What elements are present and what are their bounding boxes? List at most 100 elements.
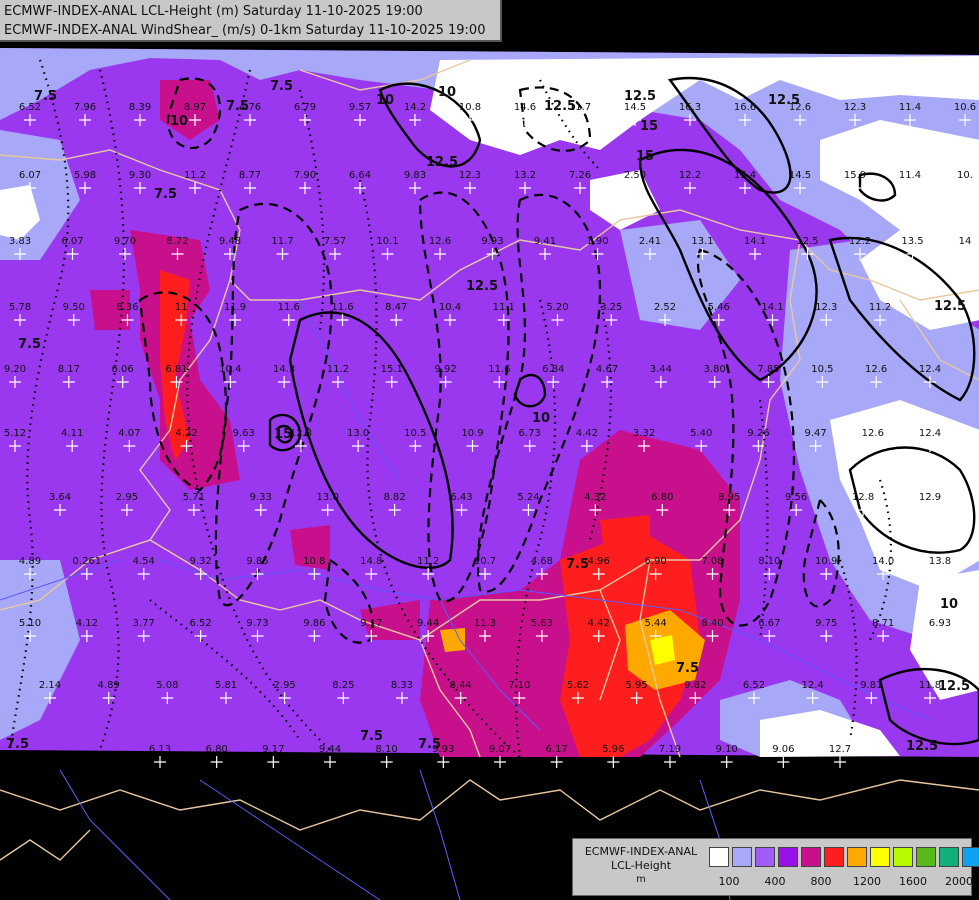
station-value: 9.41	[534, 236, 556, 247]
contour-label: 7.5	[18, 337, 41, 352]
station-value: 9.10	[716, 744, 738, 755]
station-value: 15.1	[381, 364, 403, 375]
station-value: 6.73	[519, 428, 541, 439]
station-value: 9.73	[246, 618, 268, 629]
legend-swatch	[824, 847, 844, 867]
station-value: 10.7	[474, 556, 496, 567]
contour-label: 12.5	[466, 279, 498, 294]
station-value: 9.56	[785, 492, 807, 503]
station-value: 6.64	[349, 170, 371, 181]
station-value: 6.84	[542, 364, 564, 375]
station-value: 14.5	[789, 170, 811, 181]
station-value: 9.85	[246, 556, 268, 567]
station-value: 6.80	[206, 744, 228, 755]
station-value: 12.3	[459, 170, 481, 181]
station-value: 12.6	[865, 364, 887, 375]
station-value: 12.4	[919, 364, 941, 375]
legend-swatches	[709, 847, 979, 867]
station-value: 6.17	[546, 744, 568, 755]
station-value: 4.12	[76, 618, 98, 629]
station-value: 13.1	[691, 236, 713, 247]
legend-tick: 2000	[945, 875, 973, 888]
station-value: 7.26	[569, 170, 591, 181]
station-value: 8.10	[758, 556, 780, 567]
station-value: 4.54	[133, 556, 155, 567]
station-value: 0.261	[73, 556, 102, 567]
title-line-2: ECMWF-INDEX-ANAL WindShear_ (m/s) 0-1km …	[4, 23, 486, 38]
station-value: 7.19	[659, 744, 681, 755]
legend-swatch	[755, 847, 775, 867]
legend-swatch	[732, 847, 752, 867]
station-value: 9.06	[772, 744, 794, 755]
station-value: 6.06	[112, 364, 134, 375]
legend-swatch	[870, 847, 890, 867]
station-value: 9.70	[114, 236, 136, 247]
station-value: 6.52	[743, 680, 765, 691]
station-value: 6.13	[149, 744, 171, 755]
station-value: 11.8	[919, 680, 941, 691]
station-value: 6.80	[651, 492, 673, 503]
contour-label: 15	[636, 149, 654, 164]
station-value: 9.32	[189, 556, 211, 567]
station-value: 8.82	[383, 492, 405, 503]
station-value: 14.2	[404, 102, 426, 113]
station-value: 11.2	[417, 556, 439, 567]
station-value: 15.9	[844, 170, 866, 181]
station-value: 11.6	[278, 302, 300, 313]
station-value: 14.3	[273, 364, 295, 375]
station-value: 12.2	[679, 170, 701, 181]
station-value: 6.43	[450, 492, 472, 503]
station-value: 10.8	[459, 102, 481, 113]
station-value: 5.20	[546, 302, 568, 313]
legend-ticks: 100 400 800 1200 1600 2000	[709, 875, 974, 889]
station-value: 16.6	[734, 102, 756, 113]
station-value: 4.68	[531, 556, 553, 567]
station-value: 9.93	[481, 236, 503, 247]
station-value: 3.32	[633, 428, 655, 439]
station-value: 5.63	[531, 618, 553, 629]
station-value: 8.39	[129, 102, 151, 113]
station-value: 12.5	[796, 236, 818, 247]
station-value: 14.0	[872, 556, 894, 567]
station-value: 5.46	[708, 302, 730, 313]
station-value: 9.83	[404, 170, 426, 181]
station-value: 9.17	[360, 618, 382, 629]
station-value: 4.96	[588, 556, 610, 567]
station-value: 12.4	[919, 428, 941, 439]
station-value: 6.67	[758, 618, 780, 629]
station-value: 9.44	[417, 618, 439, 629]
station-value: 4.07	[118, 428, 140, 439]
legend-unit: m	[636, 874, 646, 885]
station-value: 2.52	[654, 302, 676, 313]
station-value: 8.33	[391, 680, 413, 691]
station-value: 8.95	[718, 492, 740, 503]
station-value: 8.44	[450, 680, 472, 691]
station-value: 11.7	[271, 236, 293, 247]
station-value: 14.6	[514, 102, 536, 113]
station-value: 5.10	[19, 618, 41, 629]
station-value: 8.10	[376, 744, 398, 755]
station-value: 8.47	[385, 302, 407, 313]
station-value: 6.81	[165, 364, 187, 375]
station-value: 9.48	[219, 236, 241, 247]
station-value: 6.52	[189, 618, 211, 629]
station-value: 8.72	[166, 236, 188, 247]
station-value: 6.07	[61, 236, 83, 247]
station-value: 11.9	[224, 302, 246, 313]
station-value: 11.6	[331, 302, 353, 313]
station-value: 5.81	[215, 680, 237, 691]
station-value: 10.8	[303, 556, 325, 567]
station-value: 11.1	[493, 302, 515, 313]
station-value: 5.12	[4, 428, 26, 439]
station-value: 12.6	[789, 102, 811, 113]
station-value: 7.10	[508, 680, 530, 691]
station-value: 5.98	[74, 170, 96, 181]
station-value: 12.8	[852, 492, 874, 503]
station-value: 9.26	[747, 428, 769, 439]
station-value: 12.3	[290, 428, 312, 439]
weather-map: 7.5 10 12.5 15 7.5 10 12.5 7.5 12.5 7.5 …	[0, 0, 979, 900]
station-value: 4.42	[576, 428, 598, 439]
station-value: 12.4	[802, 680, 824, 691]
station-value: 11.2	[327, 364, 349, 375]
station-value: 9.50	[63, 302, 85, 313]
